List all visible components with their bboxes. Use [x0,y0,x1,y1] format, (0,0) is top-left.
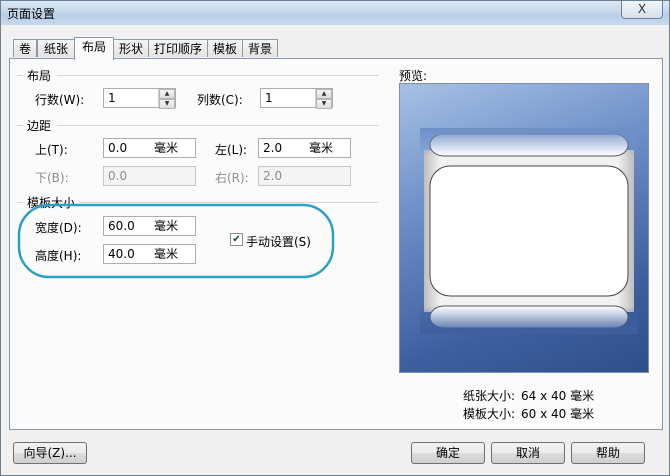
fade-bottom [420,306,638,334]
right-margin-value: 2.0 [263,169,283,183]
paper-size-value: 64 x 40 毫米 [521,389,595,403]
close-button[interactable]: X [621,1,663,19]
left-margin-label: 左(L): [215,143,248,157]
wizard-button[interactable]: 向导(Z)... [13,442,87,464]
help-button[interactable]: 帮助 [571,442,645,464]
bottom-margin-value: 0.0 [108,169,128,183]
tab-shape[interactable]: 形状 [113,39,149,57]
preview-panel [399,83,649,373]
close-icon: X [637,2,647,16]
section-divider [17,75,23,77]
cols-label: 列数(C): [197,93,243,107]
bottom-margin-field: 0.0 [103,166,196,186]
bottom-margin-label: 下(B): [35,171,69,185]
page-setup-dialog: 页面设置 X 卷 纸张 布局 形状 打印顺序 模板 背景 布局 行数(W): 1… [0,0,670,476]
template-size-value: 60 x 40 毫米 [521,407,595,421]
tab-template[interactable]: 模板 [207,39,243,57]
fade-top [420,128,638,156]
top-margin-unit: 毫米 [154,141,179,155]
title-bar[interactable]: 页面设置 X [1,1,669,25]
cols-spinbox[interactable]: 1 ▲ ▼ [260,88,333,109]
spin-down-icon[interactable]: ▼ [159,99,175,109]
label-roll-preview [420,128,638,334]
spin-up-icon[interactable]: ▲ [159,89,175,99]
current-label [429,165,629,297]
top-margin-field[interactable]: 0.0 毫米 [103,138,196,158]
rows-spinbox[interactable]: 1 ▲ ▼ [103,88,176,109]
spin-up-icon[interactable]: ▲ [316,89,332,99]
right-margin-label: 右(R): [215,171,249,185]
top-margin-value: 0.0 [108,141,128,155]
left-margin-unit: 毫米 [309,141,334,155]
margins-section-label: 边距 [27,119,52,133]
tab-roll[interactable]: 卷 [13,39,37,57]
cancel-button[interactable]: 取消 [491,442,565,464]
paper-size-label: 纸张大小: [463,389,516,403]
section-divider [57,125,379,127]
window-title: 页面设置 [7,7,56,21]
rows-value: 1 [108,91,116,105]
rows-label: 行数(W): [35,93,85,107]
highlight-annotation [17,203,335,279]
tab-print-order[interactable]: 打印顺序 [148,39,208,57]
preview-label: 预览: [399,69,428,83]
section-divider [17,125,23,127]
ok-button[interactable]: 确定 [411,442,485,464]
cols-spinner[interactable]: ▲ ▼ [315,89,332,109]
tab-paper[interactable]: 纸张 [37,39,75,57]
section-divider [57,75,379,77]
rows-spinner[interactable]: ▲ ▼ [158,89,175,109]
right-margin-field: 2.0 [258,166,351,186]
tab-layout[interactable]: 布局 [74,37,114,60]
tab-background[interactable]: 背景 [242,39,278,57]
layout-section-label: 布局 [27,69,52,83]
spin-down-icon[interactable]: ▼ [316,99,332,109]
template-size-label: 模板大小: [463,407,516,421]
left-margin-value: 2.0 [263,141,283,155]
top-margin-label: 上(T): [35,143,68,157]
cols-value: 1 [265,91,273,105]
left-margin-field[interactable]: 2.0 毫米 [258,138,351,158]
